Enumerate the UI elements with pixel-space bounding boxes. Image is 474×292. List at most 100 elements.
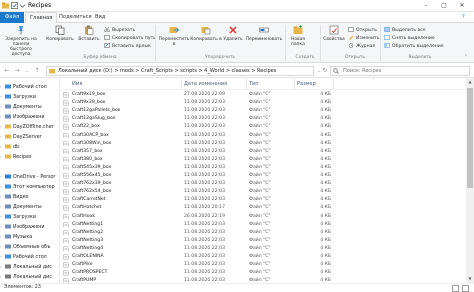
nav-item[interactable]: › Загрузки [0, 92, 59, 102]
nav-item[interactable]: › DayZOffline.cher [0, 122, 59, 132]
rename-button[interactable]: Переименовать [244, 25, 284, 42]
nav-item[interactable]: › Загрузки [0, 212, 59, 222]
vertical-scrollbar[interactable]: ▲ ▼ [466, 78, 474, 283]
close-button[interactable]: ✕ [454, 0, 470, 12]
delete-button[interactable]: Удалить [222, 25, 244, 42]
table-row[interactable]: Craft380_box 11.08.2020 22:03 Файл "C" 4 КБ [61, 156, 466, 163]
table-row[interactable]: CraftHook 26.08.2020 22:19 Файл "C" 4 КБ [61, 213, 466, 220]
column-size-header[interactable]: Размер [297, 80, 316, 88]
nav-item[interactable]: › Рабочий стол [0, 82, 59, 92]
table-row[interactable]: CraftPROSPECT 11.08.2020 22:03 Файл "C" 4 К… [61, 269, 466, 276]
open-button[interactable]: Открыть [348, 27, 377, 33]
collapse-ribbon-icon[interactable]: ⌃ [464, 55, 468, 60]
table-row[interactable]: CraftHatchet 11.08.2020 20:17 Файл "C" 4 КБ [61, 204, 466, 211]
nav-item[interactable]: › Документы [0, 202, 59, 212]
table-row[interactable]: Craft12gaPallets_box 11.08.2020 22:03 Файл… [61, 107, 466, 114]
back-button[interactable]: ← [2, 66, 12, 76]
column-divider[interactable] [294, 79, 295, 89]
table-row[interactable]: CraftCarrotNet 11.08.2020 22:03 Файл "C" 4 … [61, 196, 466, 203]
up-button[interactable]: ↑ [32, 66, 42, 76]
table-row[interactable]: Craft357_box 11.08.2020 22:03 Файл "C" 4 КБ [61, 148, 466, 155]
table-row[interactable]: Craft308Win_box 11.08.2020 22:03 Файл "C" 4… [61, 140, 466, 147]
table-row[interactable]: Craft9x39_box 11.08.2020 22:03 Файл "C" 4 К… [61, 99, 466, 106]
nav-item[interactable]: › DayZServer [0, 132, 59, 142]
table-row[interactable]: Craft22_box 11.08.2020 22:03 Файл "C" 4 КБ [61, 123, 466, 130]
table-row[interactable]: Craft9x19_box 27.08.2020 22:09 Файл "C" 4 К… [61, 91, 466, 98]
column-date-header[interactable]: Дата изменения [184, 80, 227, 88]
nav-item[interactable]: › Локальный дис [0, 262, 59, 272]
move-to-button[interactable]: Переместить в [158, 25, 190, 47]
column-divider[interactable] [246, 79, 247, 89]
help-icon[interactable]: ? [458, 12, 469, 23]
properties-button[interactable]: Свойства [322, 25, 346, 42]
edit-button[interactable]: Изменить [348, 35, 380, 41]
forward-button[interactable]: → [12, 66, 22, 76]
copy-path-button[interactable]: Скопировать путь [104, 35, 156, 41]
quick-access-check-icon[interactable] [11, 2, 18, 9]
nav-item[interactable]: › Локальный дис [0, 272, 59, 282]
copy-button[interactable]: Копировать [46, 25, 74, 42]
nav-item[interactable]: › Изображени [0, 222, 59, 232]
search-input[interactable] [330, 66, 470, 76]
maximize-button[interactable]: ▢ [436, 0, 452, 12]
nav-item[interactable]: › Этот компьютер [0, 182, 59, 192]
nav-item[interactable]: › Рабочий стол [0, 252, 59, 262]
column-divider[interactable] [181, 79, 182, 89]
table-row[interactable]: CraftNetting4 11.08.2020 22:03 Файл "C" 4 К… [61, 245, 466, 252]
details-view-icon[interactable] [452, 285, 459, 292]
table-row[interactable]: Craft556x45_box 11.08.2020 22:03 Файл "C" 4… [61, 172, 466, 179]
table-row[interactable]: CraftPike 11.08.2020 22:03 Файл "C" 4 КБ [61, 261, 466, 268]
refresh-icon[interactable]: ↻ [320, 66, 330, 76]
column-divider[interactable] [333, 79, 334, 89]
column-name-header[interactable]: Имя [72, 80, 83, 88]
copy-path-icon [104, 35, 110, 40]
table-row[interactable]: CraftNetting2 11.08.2020 22:03 Файл "C" 4 К… [61, 229, 466, 236]
tab-file[interactable]: Файл [0, 12, 24, 23]
nav-item[interactable]: › OneDrive - Persor [0, 172, 59, 182]
tab-view[interactable]: Вид [91, 12, 110, 23]
scrollbar-thumb[interactable] [467, 88, 473, 188]
nav-item[interactable]: › Документы [0, 102, 59, 112]
scroll-up-icon[interactable]: ▲ [466, 78, 474, 86]
table-row[interactable]: Craft762x54_box 11.08.2020 22:03 Файл "C" 4… [61, 188, 466, 195]
address-field[interactable]: Локальный диск (D:) > mods > Craft_Scrip… [46, 66, 314, 76]
nav-item[interactable]: › Recipes [0, 152, 59, 162]
file-name: Craft380_box [72, 156, 103, 162]
invert-selection-button[interactable]: Обратить выделение [384, 43, 444, 49]
select-all-button[interactable]: Выделить все [384, 27, 426, 33]
tab-home[interactable]: Главная [25, 12, 58, 23]
edit-label: Изменить [356, 36, 380, 41]
quick-access-dropdown-icon[interactable] [19, 2, 26, 9]
large-icons-view-icon[interactable] [462, 285, 469, 292]
paste-shortcut-button[interactable]: Вставить ярлык [104, 43, 151, 49]
table-row[interactable]: Craft762x39_box 11.08.2020 22:03 Файл "C" 4… [61, 180, 466, 187]
select-all-icon [384, 27, 390, 32]
c-file-icon [63, 262, 69, 268]
copy-to-button[interactable]: Копировать в [190, 25, 222, 42]
nav-item[interactable]: › db [0, 142, 59, 152]
select-none-button[interactable]: Снять выделение [384, 35, 435, 41]
nav-item[interactable]: › Видео [0, 192, 59, 202]
ribbon: Закрепить на панели быстрого доступа Коп… [0, 23, 474, 63]
new-folder-button[interactable]: Новая папка [287, 25, 309, 47]
nav-item[interactable]: › Объемные объ [0, 242, 59, 252]
table-row[interactable]: CraftNetting1 11.08.2020 22:03 Файл "C" 4 К… [61, 221, 466, 228]
table-row[interactable]: Craft545x39_box 11.08.2020 22:03 Файл "C" 4… [61, 164, 466, 171]
journal-button[interactable]: Журнал [348, 43, 375, 49]
table-row[interactable]: CraftNetting3 11.08.2020 22:03 Файл "C" 4 К… [61, 237, 466, 244]
scroll-down-icon[interactable]: ▼ [466, 275, 474, 283]
paste-button[interactable]: Вставить [76, 25, 102, 42]
tab-share[interactable]: Поделиться [55, 12, 96, 23]
c-file-icon [63, 189, 69, 195]
minimize-button[interactable]: – [418, 0, 434, 12]
pin-quick-access-button[interactable]: Закрепить на панели быстрого доступа [2, 25, 40, 57]
table-row[interactable]: CraftOLENINA 11.08.2020 22:03 Файл "C" 4 КБ [61, 253, 466, 260]
file-size: 4 КБ [320, 100, 331, 106]
column-type-header[interactable]: Тип [249, 80, 259, 88]
table-row[interactable]: Craft12gaSlug_box 11.08.2020 22:03 Файл "C… [61, 115, 466, 122]
cut-button[interactable]: Вырезать [104, 27, 135, 33]
recent-locations-icon[interactable]: ⌄ [22, 66, 32, 76]
nav-item[interactable]: › Музыка [0, 232, 59, 242]
table-row[interactable]: Craft30ACP_box 11.08.2020 22:03 Файл "C" 4 … [61, 132, 466, 139]
nav-item[interactable]: › Изображени [0, 112, 59, 122]
